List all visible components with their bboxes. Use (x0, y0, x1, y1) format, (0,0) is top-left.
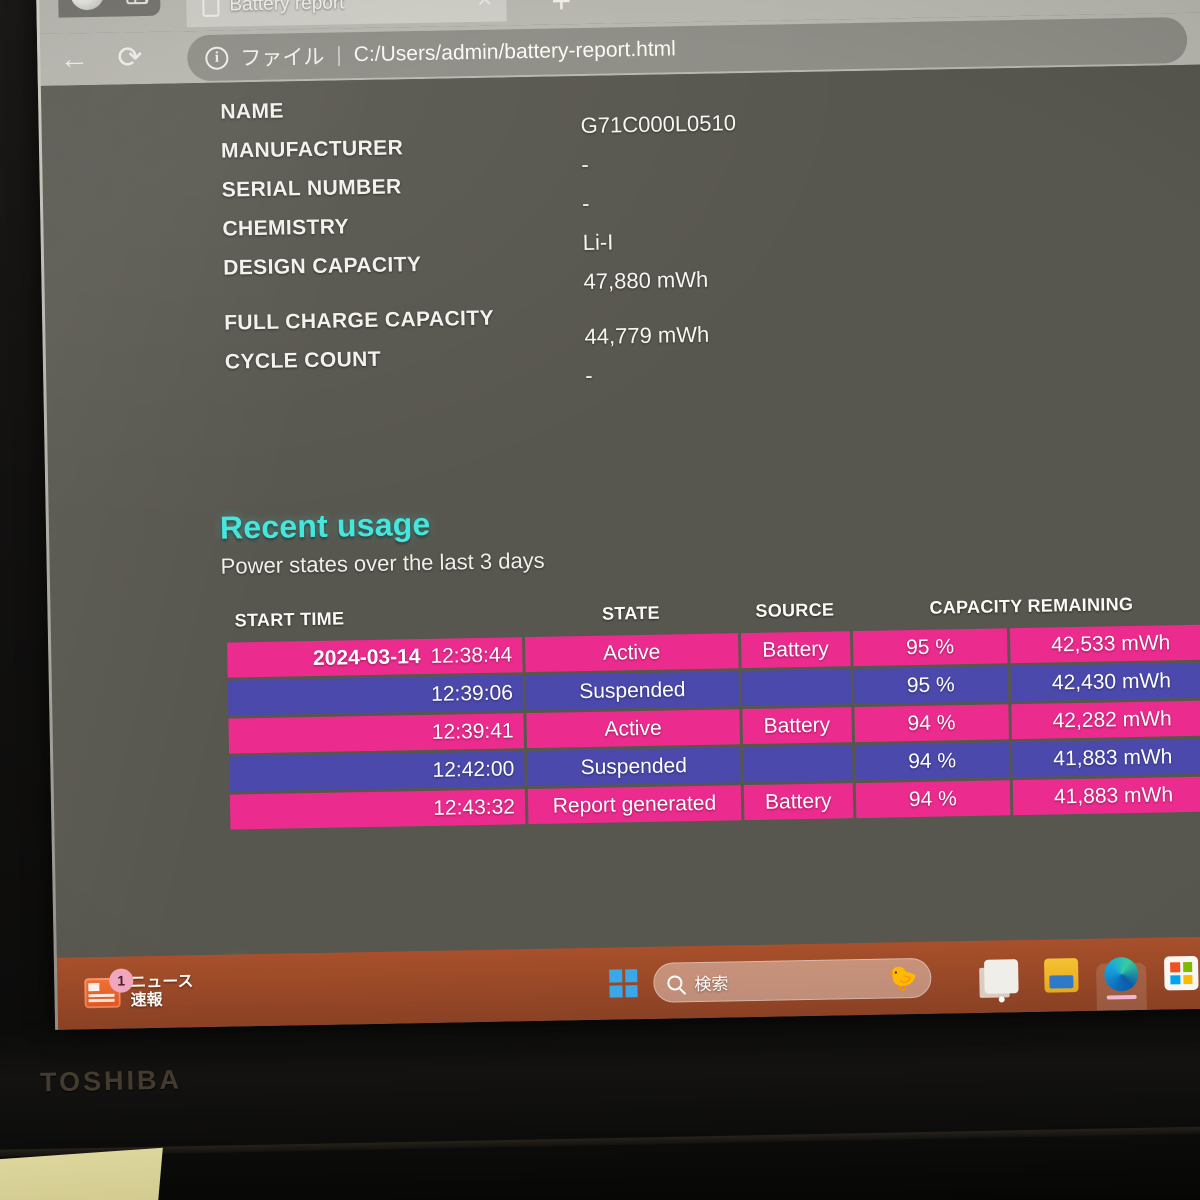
toshiba-brand-logo: TOSHIBA (39, 1064, 183, 1098)
cell-capacity: 42,533 mWh (1009, 624, 1200, 664)
search-icon (667, 974, 683, 991)
battery-info-table: NAME G71C000L0510 MANUFACTURER - SERIAL … (220, 87, 985, 390)
column-header-source: SOURCE (755, 599, 835, 621)
site-info-icon[interactable]: i (205, 45, 229, 70)
laptop-deck (0, 1002, 1200, 1200)
cell-percent: 95 % (852, 628, 1008, 667)
cell-capacity: 42,430 mWh (1010, 662, 1200, 702)
cell-percent: 94 % (853, 704, 1009, 743)
cell-state: Report generated (527, 785, 742, 825)
cell-percent: 94 % (854, 742, 1010, 781)
new-tab-icon[interactable]: + (551, 0, 572, 21)
cell-source (742, 745, 853, 783)
duck-icon: 🐤 (887, 965, 918, 993)
edge-browser-icon[interactable] (1096, 956, 1148, 1024)
info-label: DESIGN CAPACITY (222, 252, 422, 280)
tab-title: Battery report (229, 0, 345, 16)
split-screen-icon[interactable] (125, 0, 149, 5)
cell-date: 2024-03-14 (312, 644, 421, 670)
cell-start-time: 12:39:06 (227, 675, 524, 716)
cell-start-time: 12:39:41 (228, 713, 524, 754)
cell-state: Active (524, 633, 739, 673)
recent-usage-section: Recent usage Power states over the last … (220, 491, 1200, 579)
search-placeholder: 検索 (694, 973, 729, 994)
recent-usage-table-wrapper: START TIME STATE SOURCE CAPACITY REMAINI… (223, 588, 1200, 833)
info-value: 47,880 mWh (583, 266, 709, 295)
news-label-line2: 速報 (130, 991, 163, 1010)
taskbar-pinned-icons: T (984, 936, 1200, 1024)
battery-report-page: NAME G71C000L0510 MANUFACTURER - SERIAL … (37, 64, 1200, 1030)
browser-profile-chip[interactable] (57, 0, 161, 18)
taskbar-search-box[interactable]: 検索 🐤 (653, 957, 932, 1003)
cell-capacity: 42,282 mWh (1011, 700, 1200, 740)
address-scheme-label: ファイル (240, 45, 325, 71)
back-icon[interactable]: ← (59, 42, 90, 76)
task-view-icon[interactable] (984, 959, 1019, 1003)
info-label: FULL CHARGE CAPACITY (223, 306, 495, 335)
recent-usage-table: START TIME STATE SOURCE CAPACITY REMAINI… (223, 588, 1200, 833)
info-label: SERIAL NUMBER (221, 175, 402, 202)
active-app-indicator (1106, 994, 1137, 1000)
reload-icon[interactable]: ⟳ (117, 41, 143, 74)
cell-state: Suspended (526, 747, 741, 787)
cell-time: 12:39:41 (431, 718, 514, 744)
column-header-state: STATE (601, 602, 661, 624)
address-separator: | (336, 43, 342, 67)
cell-start-time: 12:42:00 (229, 751, 525, 792)
cell-time: 12:39:06 (430, 680, 514, 706)
close-icon[interactable]: × (477, 0, 493, 14)
browser-tab-battery-report[interactable]: Battery report × (185, 0, 507, 28)
cell-source: Battery (742, 707, 852, 745)
info-label: CYCLE COUNT (224, 347, 382, 374)
start-button-icon[interactable] (609, 969, 638, 998)
cell-start-time: 2024-03-14 12:38:44 (227, 637, 523, 678)
cell-start-time: 12:43:32 (229, 789, 526, 830)
microsoft-store-icon[interactable] (1163, 955, 1199, 991)
cell-source: Battery (740, 631, 851, 669)
taskbar-news-widget[interactable]: 1 ニュース 速報 (84, 968, 194, 1012)
cell-time: 12:43:32 (433, 794, 516, 820)
cell-state: Suspended (525, 671, 740, 711)
avatar[interactable] (69, 0, 105, 11)
cell-percent: 95 % (853, 666, 1009, 705)
laptop-screen: Battery report × + ← ⟳ i ファイル | C:/Users… (36, 0, 1200, 1030)
taskbar-center-group: 検索 🐤 (609, 942, 932, 1020)
column-header-capacity-remaining: CAPACITY REMAINING (929, 593, 1134, 618)
cell-time: 12:38:44 (430, 642, 513, 668)
cell-state: Active (526, 709, 740, 749)
info-label: CHEMISTRY (222, 215, 350, 241)
cell-source: Battery (743, 783, 854, 821)
page-favicon-icon (202, 0, 220, 17)
news-icon: 1 (84, 968, 134, 1009)
cell-capacity: 41,883 mWh (1012, 738, 1200, 778)
info-label: NAME (220, 99, 284, 124)
file-explorer-icon[interactable] (1043, 958, 1079, 993)
column-header-start-time: START TIME (234, 608, 345, 631)
info-label: MANUFACTURER (220, 136, 404, 163)
cell-capacity: 41,883 mWh (1012, 776, 1200, 816)
cell-time: 12:42:00 (432, 756, 515, 782)
news-label-line1: ニュース (130, 972, 194, 992)
news-widget-label: ニュース 速報 (130, 973, 194, 1011)
address-url: C:/Users/admin/battery-report.html (353, 37, 677, 67)
running-indicator-dot (998, 996, 1005, 1003)
photograph-of-laptop: TOSHIBA Battery report × + ← ⟳ i ファイル (0, 0, 1200, 1200)
cell-percent: 94 % (855, 780, 1011, 819)
info-value: - (585, 362, 593, 388)
cell-source (741, 669, 851, 707)
